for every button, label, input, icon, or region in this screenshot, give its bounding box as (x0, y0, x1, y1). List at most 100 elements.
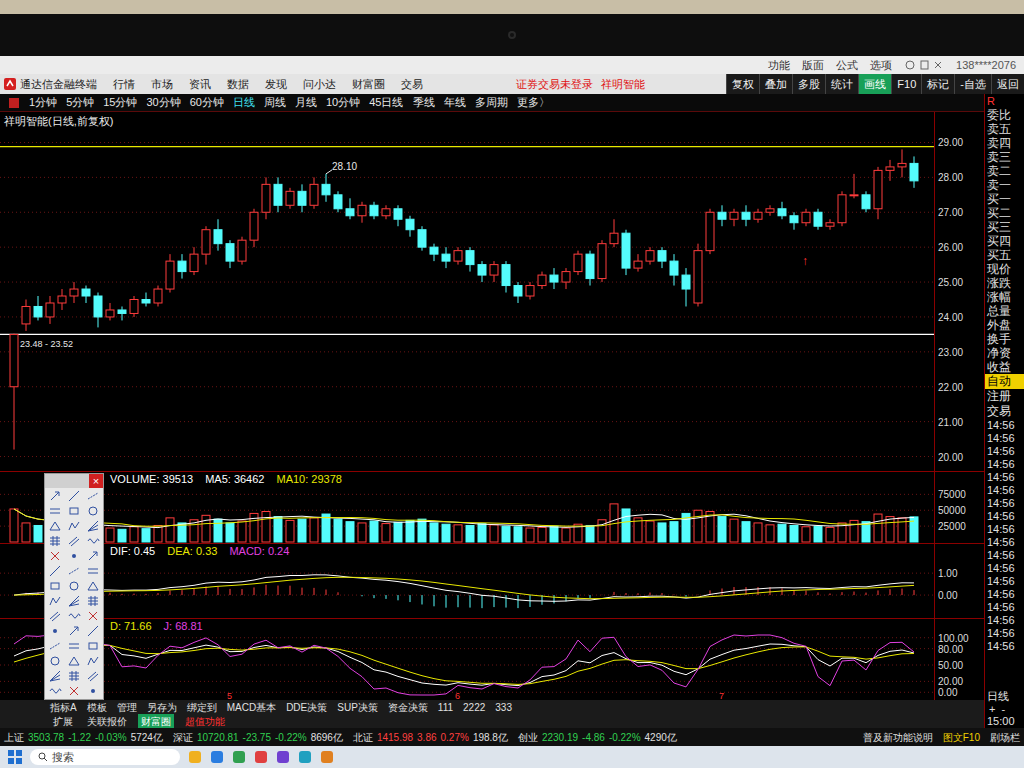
drawing-tool-icon[interactable] (86, 624, 100, 638)
drawing-tool-icon[interactable] (67, 639, 81, 653)
chart-button[interactable]: 多股 (792, 74, 825, 94)
drawing-tool-icon[interactable] (86, 534, 100, 548)
zoom-button[interactable]: - (1001, 703, 1005, 715)
close-button[interactable]: × (89, 474, 103, 488)
drawing-tool-icon[interactable] (67, 609, 81, 623)
period-tab[interactable]: 10分钟 (326, 94, 360, 111)
quote-action[interactable]: 注册 (985, 389, 1024, 404)
drawing-tool-icon[interactable] (48, 624, 62, 638)
period-tab[interactable]: 日线 (233, 94, 255, 111)
drawing-toolbar-header[interactable]: × (45, 474, 103, 488)
menu-item[interactable]: 交易 (401, 76, 423, 93)
drawing-tool-icon[interactable] (48, 609, 62, 623)
menu-item[interactable]: 行情 (113, 76, 135, 93)
chart-button[interactable]: 统计 (825, 74, 858, 94)
kdj-panel[interactable]: 100.0080.0050.0020.000.00567D: 71.66J: 6… (0, 619, 984, 700)
menu-item[interactable]: 问小达 (303, 76, 336, 93)
period-tab[interactable]: 年线 (444, 94, 466, 111)
period-menu-icon[interactable] (8, 97, 20, 109)
period-tab[interactable]: 月线 (295, 94, 317, 111)
window-controls-icon[interactable] (904, 59, 944, 71)
zoom-button[interactable]: + (989, 703, 995, 715)
drawing-tool-icon[interactable] (48, 504, 62, 518)
drawn-line[interactable] (0, 334, 934, 335)
menu-item[interactable]: 财富圈 (352, 76, 385, 93)
volume-panel[interactable]: 750005000025000VOLUME: 39513MA5: 36462MA… (0, 472, 984, 544)
drawing-tool-icon[interactable] (67, 564, 81, 578)
extension-tab[interactable]: 关联报价 (84, 714, 130, 729)
index-quote[interactable]: 上证3503.78-1.22-0.03%5724亿 (4, 730, 163, 745)
indicator-tab[interactable]: 333 (495, 700, 512, 715)
indicator-tab[interactable]: SUP决策 (337, 700, 378, 715)
chart-button[interactable]: 标记 (921, 74, 954, 94)
quote-action[interactable]: 自动 (985, 374, 1024, 389)
drawing-tool-icon[interactable] (48, 594, 62, 608)
taskbar-app-icon[interactable] (298, 750, 312, 764)
drawing-tool-icon[interactable] (67, 654, 81, 668)
drawing-tool-icon[interactable] (67, 534, 81, 548)
drawing-tool-icon[interactable] (86, 579, 100, 593)
drawing-tool-icon[interactable] (67, 549, 81, 563)
menu-item[interactable]: 市场 (151, 76, 173, 93)
drawing-toolbar[interactable]: × (44, 473, 104, 700)
drawing-tool-icon[interactable] (67, 504, 81, 518)
drawing-tool-icon[interactable] (48, 534, 62, 548)
drawing-tool-icon[interactable] (67, 624, 81, 638)
status-link[interactable]: 剧场栏 (990, 730, 1020, 745)
indicator-tab[interactable]: 资金决策 (388, 700, 428, 715)
drawing-tool-icon[interactable] (67, 669, 81, 683)
drawing-tool-icon[interactable] (67, 684, 81, 698)
indicator-tab[interactable]: 指标A (50, 700, 77, 715)
indicator-tab[interactable]: 管理 (117, 700, 137, 715)
menu-item[interactable]: 资讯 (189, 76, 211, 93)
account[interactable]: 138****2076 (956, 57, 1016, 74)
indicator-tab[interactable]: 另存为 (147, 700, 177, 715)
drawing-tool-icon[interactable] (86, 654, 100, 668)
drawing-tool-icon[interactable] (67, 489, 81, 503)
drawing-tool-icon[interactable] (86, 669, 100, 683)
index-quote[interactable]: 深证10720.81-23.75-0.22%8696亿 (173, 730, 343, 745)
indicator-tab[interactable]: MACD基本 (227, 700, 276, 715)
chart-button[interactable]: 画线 (858, 74, 891, 94)
indicator-tab[interactable]: 绑定到 (187, 700, 217, 715)
drawing-tool-icon[interactable] (67, 594, 81, 608)
index-quote[interactable]: 创业2230.19-4.86-0.22%4290亿 (518, 730, 677, 745)
drawing-tool-icon[interactable] (67, 519, 81, 533)
drawing-tool-icon[interactable] (48, 654, 62, 668)
drawing-tool-icon[interactable] (86, 609, 100, 623)
index-quote[interactable]: 北证1415.983.860.27%198.8亿 (353, 730, 508, 745)
period-tab[interactable]: 更多〉 (517, 94, 550, 111)
taskbar-app-icon[interactable] (254, 750, 268, 764)
windows-start-icon[interactable] (8, 750, 22, 764)
chart-button[interactable]: 复权 (726, 74, 759, 94)
chart-button[interactable]: 返回 (991, 74, 1024, 94)
drawing-tool-icon[interactable] (48, 519, 62, 533)
indicator-tab[interactable]: 111 (438, 700, 453, 715)
chart-button[interactable]: -自选 (954, 74, 991, 94)
drawing-tool-icon[interactable] (48, 549, 62, 563)
period-tab[interactable]: 30分钟 (147, 94, 181, 111)
period-tab[interactable]: 季线 (413, 94, 435, 111)
chart-button[interactable]: 叠加 (759, 74, 792, 94)
drawing-tool-icon[interactable] (86, 594, 100, 608)
extension-tab[interactable]: 财富圈 (138, 714, 174, 729)
drawing-tool-icon[interactable] (48, 639, 62, 653)
drawing-tool-icon[interactable] (86, 549, 100, 563)
drawing-tool-icon[interactable] (48, 489, 62, 503)
extension-tab[interactable]: 扩展 (50, 714, 76, 729)
indicator-tab[interactable]: DDE决策 (286, 700, 327, 715)
top-bar-item[interactable]: 功能 (768, 57, 790, 74)
login-notice[interactable]: 证券交易未登录 (516, 76, 593, 93)
drawing-tool-icon[interactable] (67, 579, 81, 593)
macd-panel[interactable]: 1.000.00DIF: 0.45DEA: 0.33MACD: 0.24 (0, 544, 984, 619)
top-bar-item[interactable]: 公式 (836, 57, 858, 74)
taskbar-app-icon[interactable] (210, 750, 224, 764)
drawing-tool-icon[interactable] (48, 564, 62, 578)
price-panel[interactable]: 29.0028.0027.0026.0025.0024.0023.0022.00… (0, 112, 984, 472)
period-tab[interactable]: 多周期 (475, 94, 508, 111)
taskbar-app-icon[interactable] (276, 750, 290, 764)
drawn-line[interactable] (0, 146, 934, 147)
search-box[interactable]: 搜索 (30, 749, 180, 766)
period-tab[interactable]: 1分钟 (29, 94, 57, 111)
quote-action[interactable]: 交易 (985, 404, 1024, 419)
